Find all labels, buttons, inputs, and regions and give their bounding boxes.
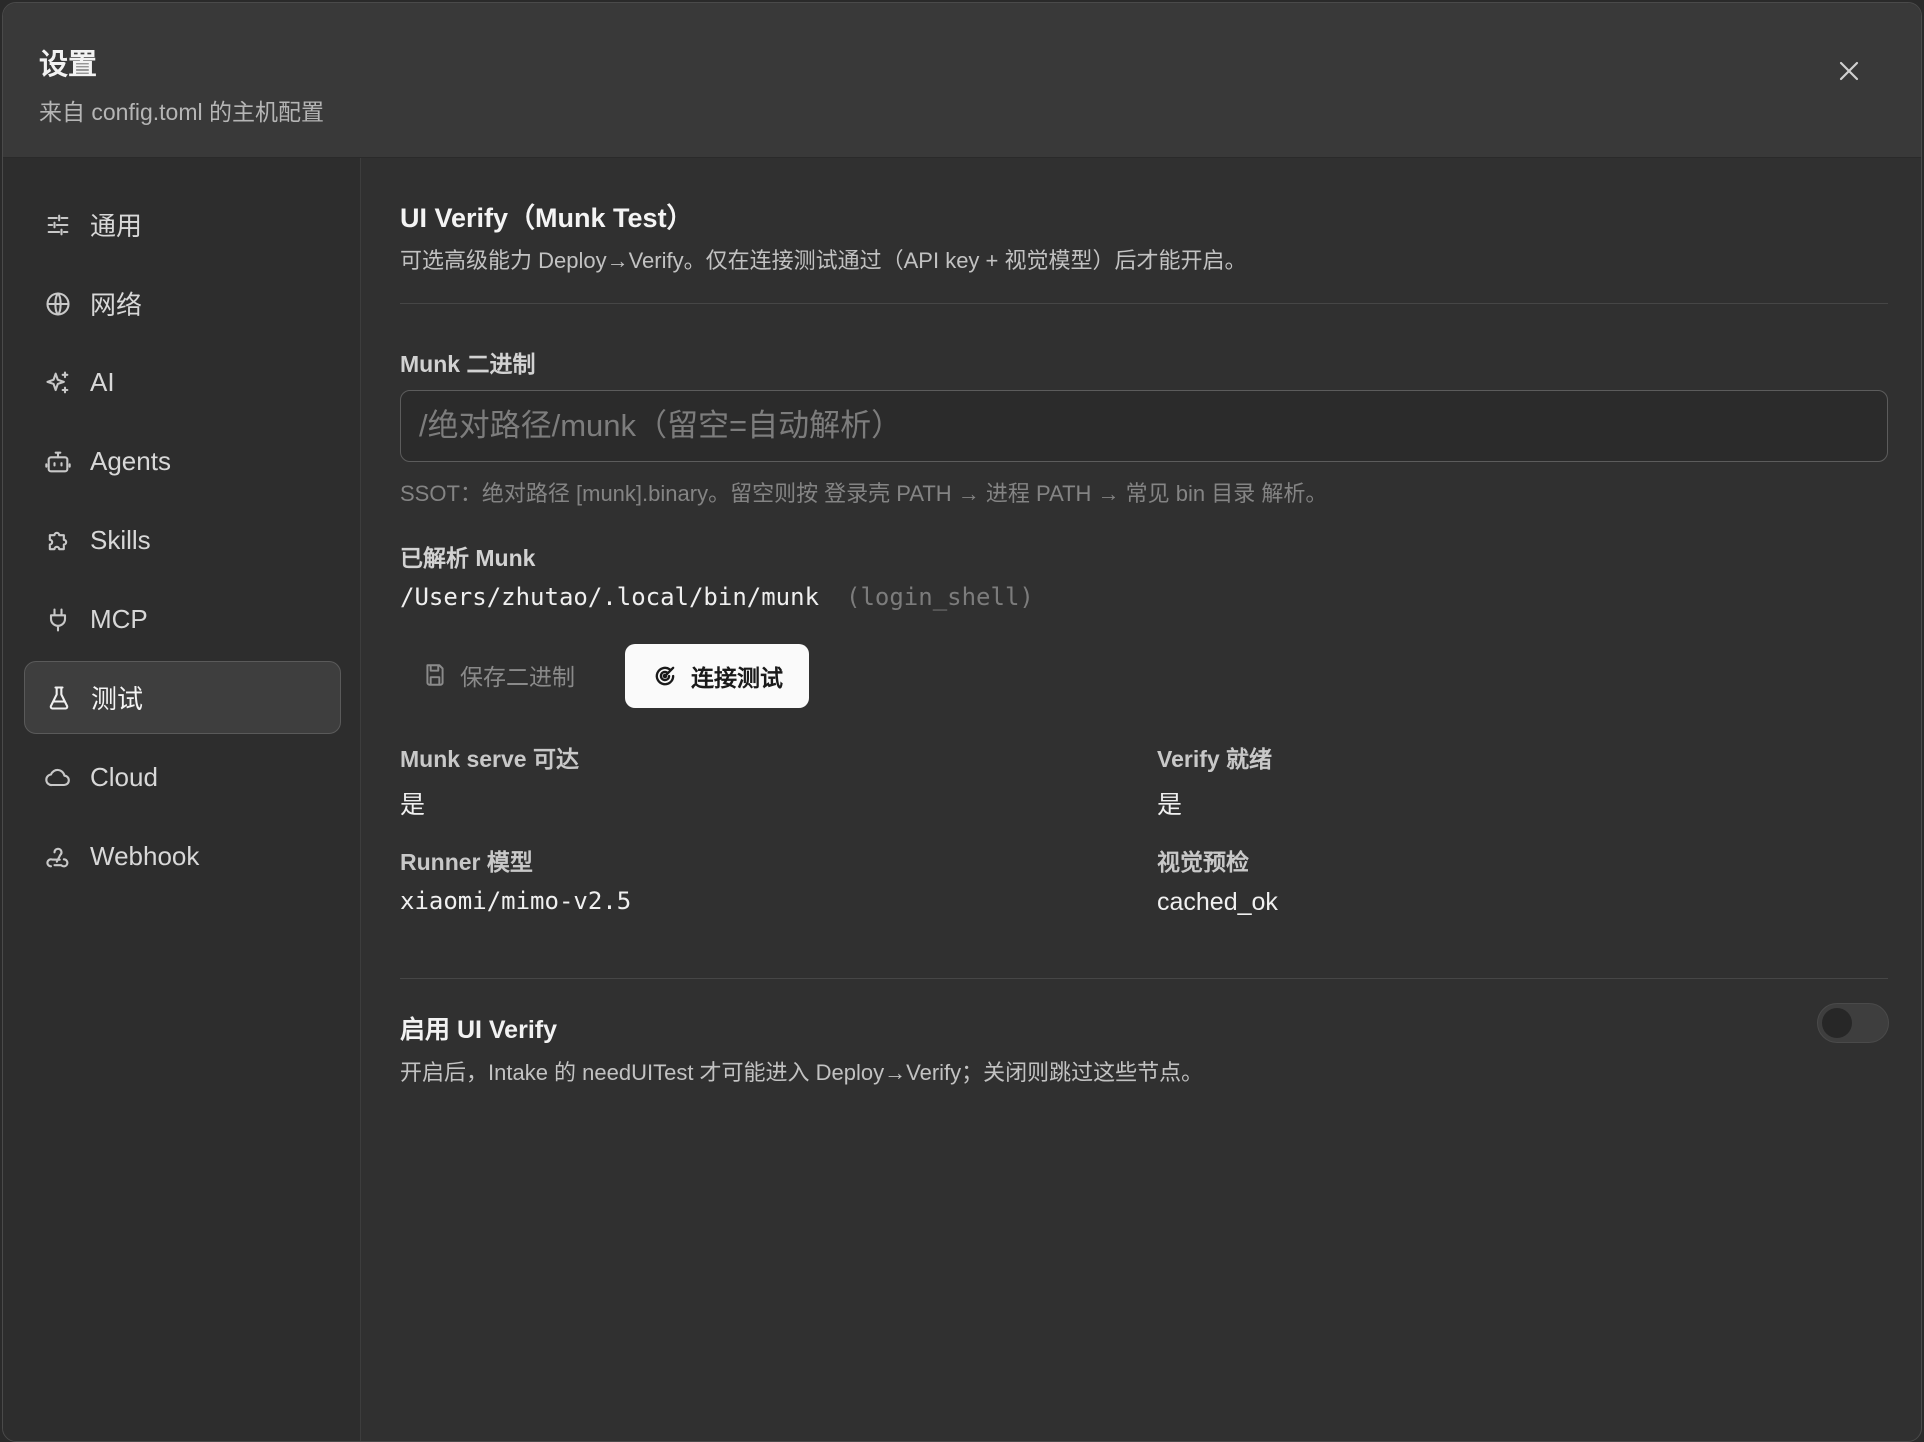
sidebar-item-network[interactable]: 网络 [24, 267, 341, 340]
section-description: 可选高级能力 Deploy→Verify。仅在连接测试通过（API key + … [400, 248, 1247, 273]
vision-precheck-label: 视觉预检 [1157, 849, 1249, 875]
runner-model-label: Runner 模型 [400, 849, 533, 875]
settings-sidebar: 通用 网络 AI Agents Skills MCP 测试 Cloud Webh… [3, 158, 361, 1441]
sidebar-item-webhook[interactable]: Webhook [24, 820, 341, 893]
verify-ready-value: 是 [1157, 791, 1183, 819]
sidebar-item-mcp[interactable]: MCP [24, 583, 341, 656]
sliders-icon [44, 211, 72, 239]
resolved-path: /Users/zhutao/.local/bin/munk [400, 583, 820, 611]
save-icon [426, 664, 444, 686]
sidebar-item-label: Webhook [90, 841, 200, 871]
sidebar-item-label: 测试 [91, 684, 144, 714]
enable-ui-verify-title: 启用 UI Verify [400, 1016, 557, 1044]
resolved-source: (login_shell) [846, 583, 1034, 611]
vision-precheck-value: cached_ok [1157, 888, 1278, 916]
settings-content: UI Verify（Munk Test） 可选高级能力 Deploy→Verif… [362, 158, 1921, 1441]
close-icon [1839, 61, 1859, 81]
sidebar-item-label: Cloud [90, 762, 158, 792]
sidebar-item-general[interactable]: 通用 [24, 188, 341, 261]
serve-reachable-label: Munk serve 可达 [400, 746, 579, 772]
sidebar-item-skills[interactable]: Skills [24, 504, 341, 577]
radar-icon [655, 666, 675, 686]
sparkles-icon [44, 369, 72, 397]
sidebar-item-label: 通用 [90, 211, 143, 241]
runner-model-value: xiaomi/mimo-v2.5 [400, 887, 632, 915]
connection-test-button[interactable]: 连接测试 [625, 644, 809, 708]
sidebar-item-label: MCP [90, 604, 148, 634]
verify-ready-label: Verify 就绪 [1157, 746, 1273, 772]
settings-dialog: 设置 来自 config.toml 的主机配置 通用 网络 AI Agents … [2, 2, 1922, 1442]
connection-test-label: 连接测试 [691, 665, 783, 691]
resolved-label: 已解析 Munk [400, 545, 536, 571]
puzzle-icon [44, 527, 72, 555]
binary-hint: SSOT：绝对路径 [munk].binary。留空则按 登录壳 PATH → … [400, 481, 1328, 506]
close-button[interactable] [1831, 53, 1867, 89]
sidebar-item-cloud[interactable]: Cloud [24, 741, 341, 814]
enable-ui-verify-toggle[interactable] [1817, 1003, 1889, 1043]
dialog-subtitle: 来自 config.toml 的主机配置 [39, 99, 324, 125]
section-title: UI Verify（Munk Test） [400, 203, 694, 233]
enable-ui-verify-description: 开启后，Intake 的 needUITest 才可能进入 Deploy→Ver… [400, 1060, 1204, 1085]
sidebar-item-label: 网络 [90, 290, 143, 320]
sidebar-item-label: AI [90, 367, 115, 397]
sidebar-item-label: Agents [90, 446, 171, 476]
flask-icon [45, 684, 73, 712]
divider [400, 303, 1888, 304]
dialog-title: 设置 [39, 49, 98, 81]
sidebar-item-ai[interactable]: AI [24, 346, 341, 419]
sidebar-item-test[interactable]: 测试 [24, 661, 341, 734]
bot-icon [44, 448, 72, 476]
divider [400, 978, 1888, 979]
webhook-icon [44, 843, 72, 871]
save-binary-button[interactable]: 保存二进制 [400, 644, 588, 706]
toggle-knob [1822, 1008, 1852, 1038]
cloud-icon [44, 764, 72, 792]
sidebar-item-label: Skills [90, 525, 151, 555]
sidebar-item-agents[interactable]: Agents [24, 425, 341, 498]
dialog-header: 设置 来自 config.toml 的主机配置 [3, 3, 1921, 158]
serve-reachable-value: 是 [400, 791, 426, 819]
globe-icon [44, 290, 72, 318]
binary-path-input[interactable] [400, 390, 1888, 462]
plug-icon [44, 606, 72, 634]
save-binary-label: 保存二进制 [460, 664, 575, 690]
binary-field-label: Munk 二进制 [400, 351, 536, 377]
